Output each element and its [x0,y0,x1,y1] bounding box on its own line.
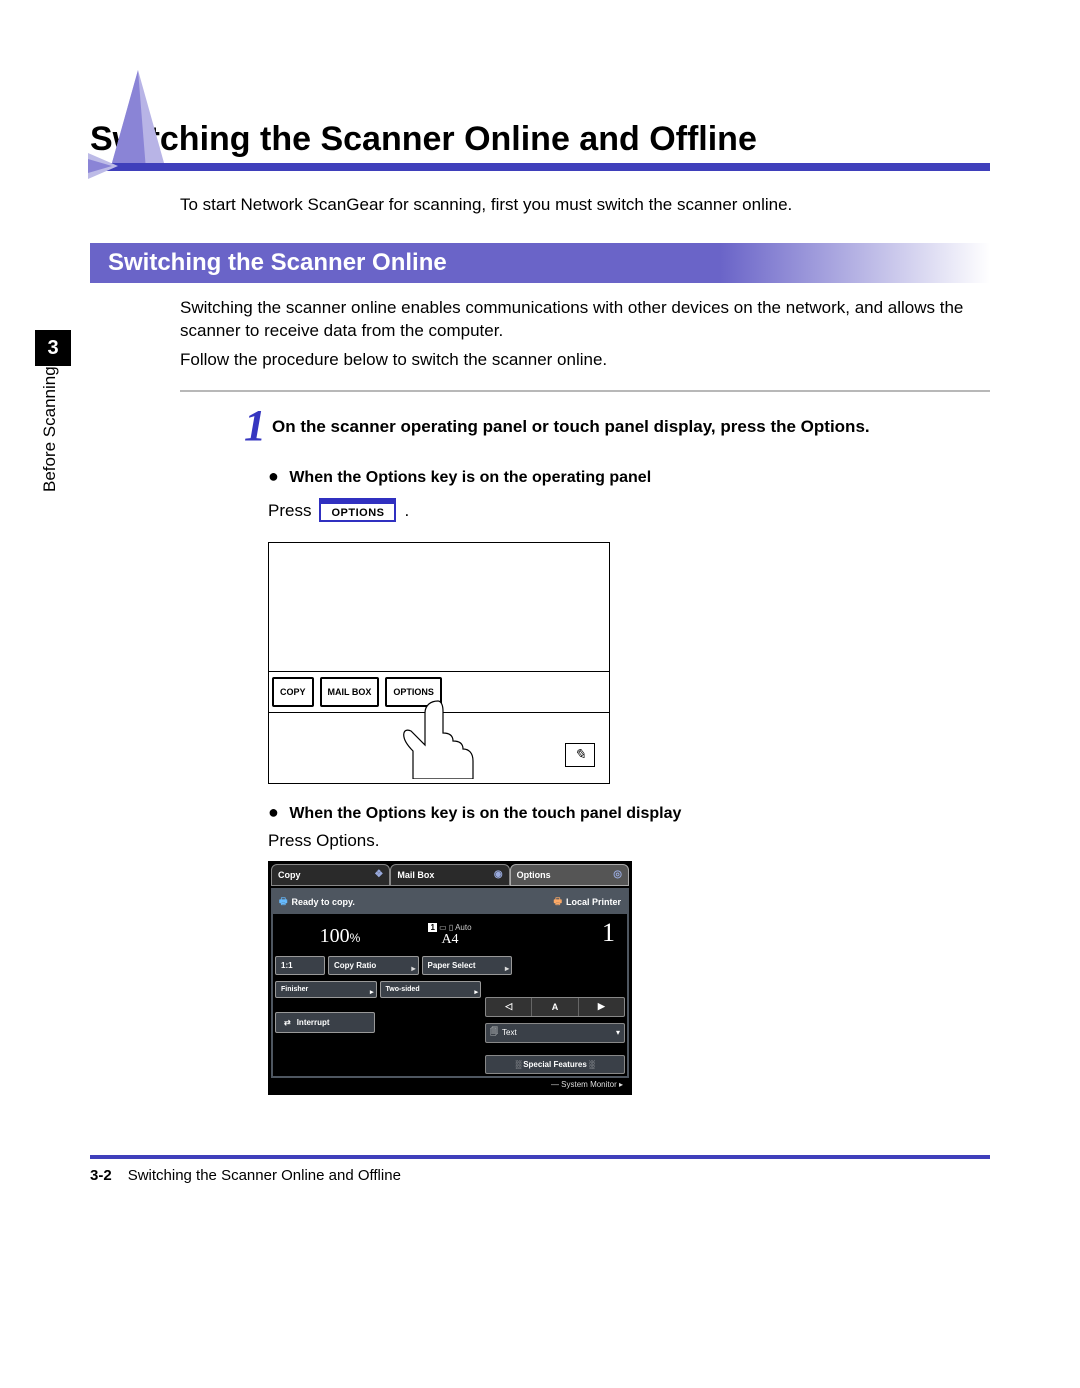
footer-rule [90,1155,990,1159]
printer-icon: 🖶 [279,894,288,910]
page-footer: 3-2 Switching the Scanner Online and Off… [90,1167,990,1184]
section-paragraph-1: Switching the scanner online enables com… [180,297,990,343]
text-type-label: Text [498,1028,616,1037]
bullet-icon: ● [268,466,279,486]
page-title: Switching the Scanner Online and Offline [90,120,990,159]
bullet-2-heading: ● When the Options key is on the touch p… [268,802,990,823]
btn-two-sided: Two-sided▸ [380,981,482,998]
printer-small-icon: 🖶 [553,894,562,910]
press-options-line: Press OPTIONS . [268,501,409,522]
status-ready: Ready to copy. [292,897,355,907]
operating-panel-illustration: COPY MAIL BOX OPTIONS ✎ [268,542,610,784]
chevron-down-icon: ▾ [616,1028,620,1037]
tab-copy: Copy❖ [271,864,390,886]
btn-interrupt: ⇄ Interrupt [275,1012,375,1033]
title-underline [90,163,990,171]
btn-finisher: Finisher▸ [275,981,377,998]
tab-mailbox: Mail Box◉ [390,864,509,886]
footer-title: Switching the Scanner Online and Offline [128,1167,401,1184]
paper-auto: Auto [455,923,471,932]
finger-pointer-icon [393,699,483,779]
bullet-icon: ● [268,802,279,822]
interrupt-icon: ⇄ [284,1018,291,1027]
options-key-illustration: OPTIONS [319,502,396,522]
copy-count: 1 [602,918,615,947]
divider [180,390,990,392]
panel-copy-button: COPY [272,677,314,707]
panel-indicator: ✎ [565,743,595,767]
press-options-text: Press Options. [268,831,990,851]
sidebar-chapter-number: 3 [35,330,71,366]
touch-panel-illustration: Copy❖ Mail Box◉ Options◎ 🖶 Ready to copy.… [268,861,632,1095]
chapter-arrow-decor [110,70,166,170]
text-type-icon: 🗐 [490,1026,498,1040]
zoom-unit: % [350,931,361,945]
bullet-2-text: When the Options key is on the touch pan… [289,805,681,822]
btn-paper-select: Paper Select▸ [422,956,513,975]
status-local-printer: Local Printer [566,897,621,907]
paper-size: A4 [395,932,505,948]
text-type-select: 🗐 Text ▾ [485,1023,625,1043]
btn-copy-ratio: Copy Ratio▸ [328,956,419,975]
btn-1-1: 1:1 [275,956,325,975]
tab-options: Options◎ [510,864,629,886]
section-paragraph-2: Follow the procedure below to switch the… [180,349,990,372]
zoom-value: 100 [320,925,350,947]
sidebar-chapter-label: Before Scanning [35,366,60,558]
sidebar-tab: 3 Before Scanning [35,330,71,610]
arrow-icon [88,153,118,179]
panel-mailbox-button: MAIL BOX [320,677,380,707]
bullet-1-heading: ● When the Options key is on the operati… [268,466,990,487]
intro-paragraph: To start Network ScanGear for scanning, … [180,195,990,215]
step-number: 1 [230,404,272,448]
density-segmented: ◁ A ▶ [485,997,625,1017]
seg-right-icon: ▶ [579,998,624,1016]
period: . [404,501,409,521]
step-text: On the scanner operating panel or touch … [272,404,870,439]
mailbox-icon: ◉ [494,869,503,880]
press-word: Press [268,501,311,521]
section-heading: Switching the Scanner Online [90,243,990,283]
options-icon: ◎ [613,869,622,880]
system-monitor-link: — System Monitor ▸ [271,1078,629,1092]
seg-left-icon: ◁ [486,998,532,1016]
step-1: 1 On the scanner operating panel or touc… [230,404,990,448]
btn-special-features: ░ Special Features ░ [485,1055,625,1074]
copy-icon: ❖ [374,869,383,880]
seg-center: A [532,998,578,1016]
page-number: 3-2 [90,1167,112,1184]
bullet-1-text: When the Options key is on the operating… [289,469,651,486]
